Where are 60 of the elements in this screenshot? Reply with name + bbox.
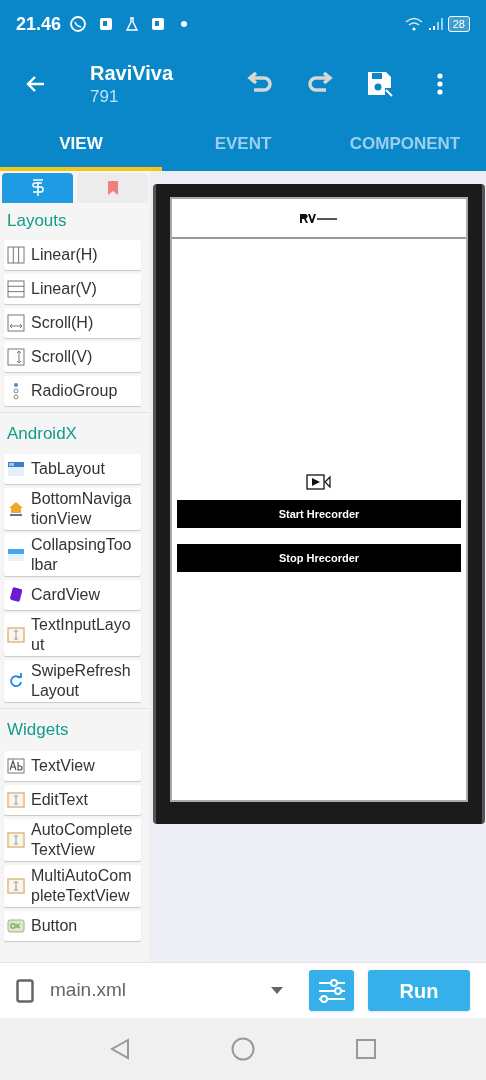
card-icon bbox=[7, 586, 25, 604]
palette-item[interactable]: Scroll(V) bbox=[4, 341, 141, 372]
horizontal-scroll-icon bbox=[7, 313, 25, 332]
palette-item[interactable]: TextInputLayout bbox=[4, 614, 141, 656]
input-icon bbox=[7, 830, 25, 849]
more-icon bbox=[437, 73, 443, 95]
palette-item[interactable]: CollapsingToolbar bbox=[4, 534, 141, 576]
input-icon bbox=[7, 876, 25, 895]
file-name: main.xml bbox=[50, 978, 126, 1003]
palette-item[interactable]: Button bbox=[4, 910, 141, 941]
preview-button[interactable]: Start Hrecorder bbox=[177, 500, 461, 528]
back-nav-icon[interactable] bbox=[110, 1038, 131, 1060]
palette-item[interactable]: Linear(H) bbox=[4, 239, 141, 270]
preview-button[interactable]: Stop Hrecorder bbox=[177, 544, 461, 572]
input-icon bbox=[7, 790, 25, 809]
project-id: 791 bbox=[90, 85, 120, 108]
palette-tab[interactable] bbox=[77, 173, 148, 203]
palette-item[interactable]: BottomNavigationView bbox=[4, 488, 141, 530]
palette-item[interactable]: TextView bbox=[4, 750, 141, 781]
wifi-icon bbox=[403, 17, 424, 31]
palette-item[interactable]: RadioGroup bbox=[4, 375, 141, 406]
palette-item[interactable]: EditText bbox=[4, 784, 141, 815]
project-title: RaviViva bbox=[90, 60, 175, 86]
dot-icon bbox=[181, 21, 188, 27]
palette-item[interactable]: Scroll(H) bbox=[4, 307, 141, 338]
columns-icon bbox=[7, 245, 25, 264]
refresh-icon bbox=[7, 672, 25, 690]
settings-button[interactable] bbox=[309, 970, 354, 1011]
file-icon bbox=[16, 978, 34, 1003]
bookmark-icon bbox=[106, 180, 119, 196]
rows-icon bbox=[7, 279, 25, 298]
palette-item[interactable]: Linear(V) bbox=[4, 273, 141, 304]
button-icon bbox=[7, 916, 25, 935]
video-icon bbox=[306, 474, 332, 490]
chat-icon bbox=[69, 15, 88, 33]
save-icon bbox=[366, 70, 394, 98]
palette-item[interactable]: CardView bbox=[4, 580, 141, 610]
app-icon bbox=[99, 17, 114, 31]
input-icon bbox=[7, 626, 25, 644]
signal-icon bbox=[427, 17, 444, 31]
home-nav-icon[interactable] bbox=[231, 1037, 255, 1061]
home-icon bbox=[7, 500, 25, 518]
section-heading: Layouts bbox=[6, 210, 68, 232]
recents-nav-icon[interactable] bbox=[355, 1039, 376, 1059]
palette-item[interactable]: MultiAutoCompleteTextView bbox=[4, 864, 141, 907]
palette-item[interactable]: TabLayout bbox=[4, 454, 141, 484]
toolbar-icon bbox=[7, 546, 25, 564]
battery-level: 28 bbox=[452, 18, 465, 30]
palette-tab[interactable] bbox=[2, 173, 73, 203]
palette-item[interactable]: SwipeRefreshLayout bbox=[4, 660, 141, 702]
vertical-scroll-icon bbox=[7, 347, 25, 366]
text-icon bbox=[7, 756, 25, 775]
app-icon bbox=[151, 17, 166, 31]
tab-icon bbox=[7, 460, 25, 478]
dropdown-caret-icon bbox=[271, 987, 283, 994]
sliders-icon bbox=[317, 978, 346, 1003]
status-time: 21.46 bbox=[16, 12, 62, 36]
logo-icon bbox=[300, 213, 338, 223]
palette-item[interactable]: AutoCompleteTextView bbox=[4, 818, 141, 861]
flask-icon bbox=[125, 17, 140, 31]
